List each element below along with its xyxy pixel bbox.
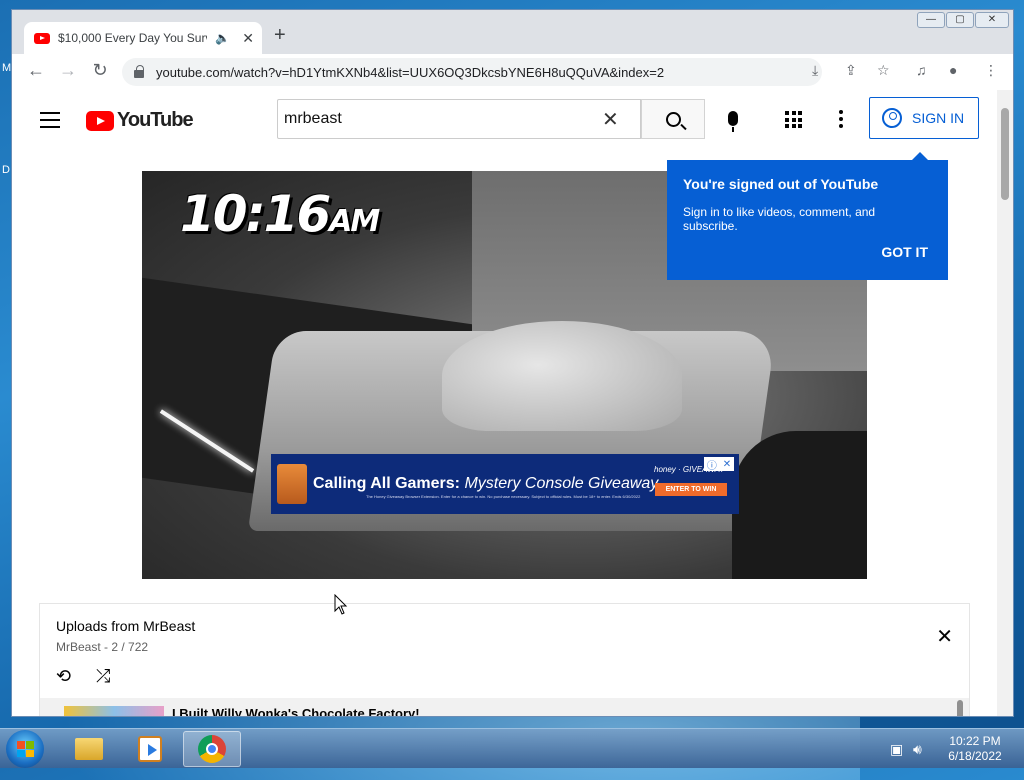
- ad-headline: Calling All Gamers: Mystery Console Give…: [313, 475, 658, 493]
- loop-icon[interactable]: ⟲: [56, 666, 71, 687]
- forward-icon[interactable]: →: [56, 60, 80, 81]
- playlist-scrollbar[interactable]: [957, 700, 963, 716]
- share-icon[interactable]: ⇪: [845, 62, 857, 79]
- timestamp-ampm: AM: [329, 204, 380, 239]
- install-icon[interactable]: ⤓: [812, 62, 818, 79]
- tooltip-title: You're signed out of YouTube: [683, 176, 879, 192]
- ad-cta-button[interactable]: ENTER TO WIN: [655, 483, 727, 496]
- account-icon: [882, 108, 902, 128]
- network-icon[interactable]: ▣: [890, 741, 903, 758]
- bookmark-star-icon[interactable]: ☆: [877, 62, 890, 79]
- windows-logo-icon: [17, 741, 34, 757]
- youtube-play-icon: [86, 110, 114, 131]
- lock-icon[interactable]: [134, 65, 144, 78]
- youtube-favicon-icon: [34, 32, 50, 44]
- playlist-item-thumbnail[interactable]: [64, 706, 164, 716]
- browser-toolbar: ← → ↻ youtube.com/watch?v=hD1YtmKXNb4&li…: [12, 54, 1013, 90]
- clear-search-icon[interactable]: ✕: [602, 107, 619, 132]
- clock-time: 10:22 PM: [949, 734, 1001, 748]
- video-timestamp-overlay: 10:16AM: [180, 185, 380, 243]
- ad-info-icon[interactable]: ⓘ: [707, 457, 717, 472]
- hamburger-menu-icon[interactable]: [40, 112, 60, 133]
- ad-headline-bold: Calling All Gamers:: [313, 475, 460, 492]
- clock-date: 6/18/2022: [948, 749, 1002, 763]
- playlist-item-title[interactable]: I Built Willy Wonka's Chocolate Factory!: [172, 706, 420, 716]
- ad-close-icon[interactable]: ✕: [723, 459, 731, 470]
- chrome-menu-icon[interactable]: ⋮: [984, 62, 998, 79]
- page-scrollbar[interactable]: [997, 90, 1013, 716]
- ad-headline-italic: Mystery Console Giveaway: [464, 475, 659, 492]
- maximize-button[interactable]: ▢: [946, 12, 974, 28]
- browser-window: $10,000 Every Day You Survive 🔈 ✕ + — ▢ …: [11, 9, 1014, 717]
- desktop-icon-label: D: [2, 164, 10, 176]
- apps-grid-icon[interactable]: [785, 111, 802, 128]
- start-button[interactable]: [6, 730, 44, 768]
- taskbar-media-player[interactable]: [121, 731, 179, 767]
- shuffle-icon[interactable]: ⤮: [96, 666, 110, 687]
- minimize-button[interactable]: —: [917, 12, 945, 28]
- settings-kebab-icon[interactable]: [839, 110, 843, 131]
- taskbar-chrome[interactable]: [183, 731, 241, 767]
- profile-icon[interactable]: ●: [949, 62, 957, 78]
- sign-in-button[interactable]: SIGN IN: [869, 97, 979, 139]
- search-button[interactable]: [641, 99, 705, 139]
- signed-out-tooltip: You're signed out of YouTube Sign in to …: [667, 152, 948, 280]
- page-scroll-thumb[interactable]: [1001, 108, 1009, 200]
- taskbar: ▣ 🔊︎ 10:22 PM 6/18/2022: [0, 728, 1024, 768]
- ad-logo-icon: [277, 464, 307, 504]
- youtube-logo-text: YouTube: [117, 109, 194, 131]
- tab-strip: $10,000 Every Day You Survive 🔈 ✕ + — ▢ …: [12, 10, 1013, 54]
- ad-info-controls: ⓘ ✕: [704, 457, 734, 472]
- video-frame-chair: [732, 431, 867, 579]
- chrome-icon: [198, 735, 226, 763]
- youtube-header: YouTube ✕ SIGN IN: [12, 90, 997, 148]
- search-input[interactable]: [284, 110, 594, 128]
- folder-icon: [75, 738, 103, 760]
- media-control-icon[interactable]: ♫: [916, 62, 927, 78]
- playlist-panel: Uploads from MrBeast MrBeast - 2 / 722 ✕…: [39, 603, 970, 716]
- sign-in-label: SIGN IN: [912, 110, 965, 126]
- browser-tab[interactable]: $10,000 Every Day You Survive 🔈 ✕: [24, 22, 262, 54]
- close-window-button[interactable]: ✕: [975, 12, 1009, 28]
- overlay-ad-banner[interactable]: Calling All Gamers: Mystery Console Give…: [271, 454, 739, 514]
- playlist-title[interactable]: Uploads from MrBeast: [56, 618, 195, 634]
- playlist-item[interactable]: I Built Willy Wonka's Chocolate Factory!: [40, 698, 969, 716]
- back-icon[interactable]: ←: [24, 60, 48, 81]
- tooltip-body: Sign in to like videos, comment, and sub…: [683, 205, 876, 233]
- youtube-page: YouTube ✕ SIGN IN: [12, 90, 1013, 716]
- playlist-close-icon[interactable]: ✕: [936, 624, 953, 649]
- timestamp-time: 10:16: [180, 185, 331, 243]
- youtube-logo[interactable]: YouTube: [86, 109, 194, 132]
- tab-close-icon[interactable]: ✕: [242, 30, 254, 47]
- playlist-meta: MrBeast - 2 / 722: [56, 640, 149, 654]
- system-clock[interactable]: 10:22 PM 6/18/2022: [940, 734, 1010, 764]
- search-box: ✕: [277, 99, 641, 139]
- volume-icon[interactable]: 🔊︎: [913, 741, 922, 758]
- new-tab-button[interactable]: +: [274, 24, 286, 47]
- taskbar-explorer[interactable]: [60, 731, 118, 767]
- desktop-icon-label: M: [2, 62, 12, 74]
- url-text[interactable]: youtube.com/watch?v=hD1YtmKXNb4&list=UUX…: [156, 65, 664, 80]
- tab-title: $10,000 Every Day You Survive: [58, 31, 207, 45]
- microphone-icon[interactable]: [728, 111, 738, 132]
- search-icon: [665, 111, 681, 127]
- speaker-icon[interactable]: 🔈: [215, 31, 230, 45]
- media-player-icon: [138, 736, 162, 762]
- reload-icon[interactable]: ↻: [88, 60, 112, 81]
- video-frame-blanket: [442, 321, 682, 431]
- ad-fine-print: The Honey Giveaway Browser Extension. En…: [366, 494, 641, 499]
- got-it-button[interactable]: GOT IT: [881, 244, 928, 260]
- address-bar[interactable]: youtube.com/watch?v=hD1YtmKXNb4&list=UUX…: [122, 58, 822, 86]
